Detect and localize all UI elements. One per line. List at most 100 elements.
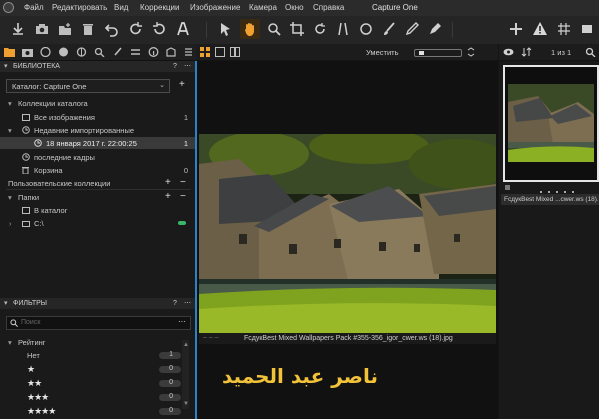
delete-icon[interactable] <box>80 21 96 37</box>
trash-row[interactable]: Корзина 0 <box>0 164 195 176</box>
color-tag-square[interactable] <box>505 185 510 190</box>
batch-tab-icon[interactable] <box>184 47 193 57</box>
capture-one-logo-icon[interactable] <box>3 2 14 13</box>
annotate-pen-icon[interactable] <box>427 21 443 37</box>
recent-captures-row[interactable]: последние кадры <box>0 151 195 163</box>
capture-tab-icon[interactable] <box>22 47 33 57</box>
rating-row-3star[interactable]: ★★★ 0 <box>0 391 195 403</box>
color-picker-icon[interactable] <box>404 21 420 37</box>
caption-stars[interactable]: – – – <box>203 334 219 341</box>
proof-icon[interactable] <box>579 21 595 37</box>
trash-icon <box>22 167 29 174</box>
add-collection-icon[interactable]: + <box>165 177 171 188</box>
thumbnail-rating-row[interactable] <box>503 184 599 193</box>
details-tab-icon[interactable] <box>94 47 105 57</box>
new-collection-icon[interactable] <box>57 21 73 37</box>
zoom-stepper-icon[interactable] <box>466 47 476 57</box>
library-header[interactable]: ▾ БИБЛИОТЕКА ? ⋯ <box>0 61 195 72</box>
tool-tabs <box>0 44 196 61</box>
scroll-down-icon[interactable]: ▼ <box>183 401 189 407</box>
rating-row-2star[interactable]: ★★ 0 <box>0 377 195 389</box>
scroll-up-icon[interactable]: ▲ <box>183 342 189 348</box>
collapse-chevron-icon[interactable]: ▾ <box>4 299 8 307</box>
spot-removal-icon[interactable] <box>358 21 374 37</box>
add-catalog-icon[interactable]: + <box>179 79 185 90</box>
metadata-tab-icon[interactable] <box>148 47 159 57</box>
rating-row-4star[interactable]: ★★★★ 0 <box>0 405 195 417</box>
sort-icon[interactable] <box>521 47 532 57</box>
all-images-row[interactable]: Все изображения 1 <box>0 111 195 123</box>
library-title: БИБЛИОТЕКА <box>13 63 60 70</box>
grid-icon[interactable] <box>556 21 572 37</box>
keystone-icon[interactable] <box>335 21 351 37</box>
folder-icon <box>22 207 30 214</box>
pan-tool-active[interactable] <box>240 19 260 39</box>
rating-count: 0 <box>169 365 173 372</box>
catalog-dropdown[interactable]: Каталог: Capture One ⌄ <box>6 79 170 93</box>
select-cursor-icon[interactable] <box>218 21 234 37</box>
zoom-icon[interactable] <box>266 21 282 37</box>
rating-header-row[interactable]: ▾ Рейтинг <box>0 336 195 348</box>
single-view-icon[interactable] <box>215 47 225 57</box>
exposure-warning-icon[interactable] <box>532 21 548 37</box>
folders-row[interactable]: ▾ Папки + − <box>0 191 195 203</box>
viewer-photo[interactable] <box>199 134 496 333</box>
drive-c-row[interactable]: › C:\ <box>0 217 195 229</box>
crop-icon[interactable] <box>289 21 305 37</box>
compare-view-icon[interactable] <box>230 47 240 57</box>
camera-capture-icon[interactable] <box>34 21 50 37</box>
rating-row-1star[interactable]: ★ 0 <box>0 363 195 375</box>
filter-search-input[interactable]: Поиск ⋯ <box>6 316 191 330</box>
remove-folder-icon[interactable]: − <box>180 191 186 202</box>
import-session-row-selected[interactable]: 18 января 2017 г. 22:00:25 1 <box>0 137 195 149</box>
zoom-slider[interactable] <box>414 49 462 57</box>
menu-adjustments[interactable]: Коррекции <box>140 3 179 12</box>
chevron-right-icon[interactable]: › <box>9 219 12 228</box>
lens-tab-icon[interactable] <box>40 47 51 57</box>
user-collections-row[interactable]: Пользовательские коллекции + − <box>0 177 195 189</box>
zoom-slider-handle[interactable] <box>419 51 424 55</box>
in-catalog-row[interactable]: В каталог <box>0 204 195 216</box>
filters-scrollbar[interactable]: ▲ ▼ <box>182 340 189 409</box>
filters-help-icon[interactable]: ? <box>173 300 177 307</box>
undo-icon[interactable] <box>104 21 120 37</box>
menu-window[interactable]: Окно <box>285 3 304 12</box>
library-menu-icon[interactable]: ⋯ <box>184 62 191 70</box>
catalog-collections-row[interactable]: ▾ Коллекции каталога <box>0 97 195 109</box>
thumbnail-selected[interactable] <box>503 65 599 182</box>
menu-image[interactable]: Изображение <box>190 3 240 12</box>
exposure-tab-icon[interactable] <box>76 47 87 57</box>
rating-row-none[interactable]: Нет 1 <box>0 349 195 361</box>
copy-adjustments-icon[interactable] <box>508 21 524 37</box>
filters-header[interactable]: ▾ ФИЛЬТРЫ ? ⋯ <box>0 298 195 309</box>
grid-view-icon[interactable] <box>200 47 210 57</box>
adjustments-tab-icon[interactable] <box>130 47 141 57</box>
menu-camera[interactable]: Камера <box>249 3 277 12</box>
collapse-chevron-icon[interactable]: ▾ <box>4 62 8 70</box>
remove-collection-icon[interactable]: − <box>180 177 186 188</box>
app-title: Capture One <box>372 3 418 12</box>
rotate-left-icon[interactable] <box>128 21 144 37</box>
import-icon[interactable] <box>10 21 26 37</box>
output-tab-icon[interactable] <box>166 47 177 57</box>
add-folder-icon[interactable]: + <box>165 191 171 202</box>
library-help-icon[interactable]: ? <box>173 63 177 70</box>
menu-view[interactable]: Вид <box>114 3 128 12</box>
color-tab-icon[interactable] <box>58 47 69 57</box>
browser-search-icon[interactable] <box>585 47 596 57</box>
menu-edit[interactable]: Редактировать <box>52 3 107 12</box>
local-adjustments-tab-icon[interactable] <box>112 47 123 57</box>
menu-file[interactable]: Файл <box>24 3 44 12</box>
auto-adjust-icon[interactable] <box>175 21 191 37</box>
search-options-icon[interactable]: ⋯ <box>178 317 186 326</box>
eye-icon[interactable] <box>503 48 514 56</box>
fit-label[interactable]: Уместить <box>366 48 398 57</box>
filters-menu-icon[interactable]: ⋯ <box>184 299 191 307</box>
menu-help[interactable]: Справка <box>313 3 344 12</box>
redo-icon[interactable] <box>151 21 167 37</box>
viewer-caption-bar: – – – FcдукBest Mixed Wallpapers Pack #3… <box>199 333 496 344</box>
library-tab-icon[interactable] <box>4 47 15 57</box>
brush-icon[interactable] <box>381 21 397 37</box>
rotate-tool-icon[interactable] <box>312 21 328 37</box>
recent-imports-row[interactable]: ▾ Недавние импортированные <box>0 124 195 136</box>
